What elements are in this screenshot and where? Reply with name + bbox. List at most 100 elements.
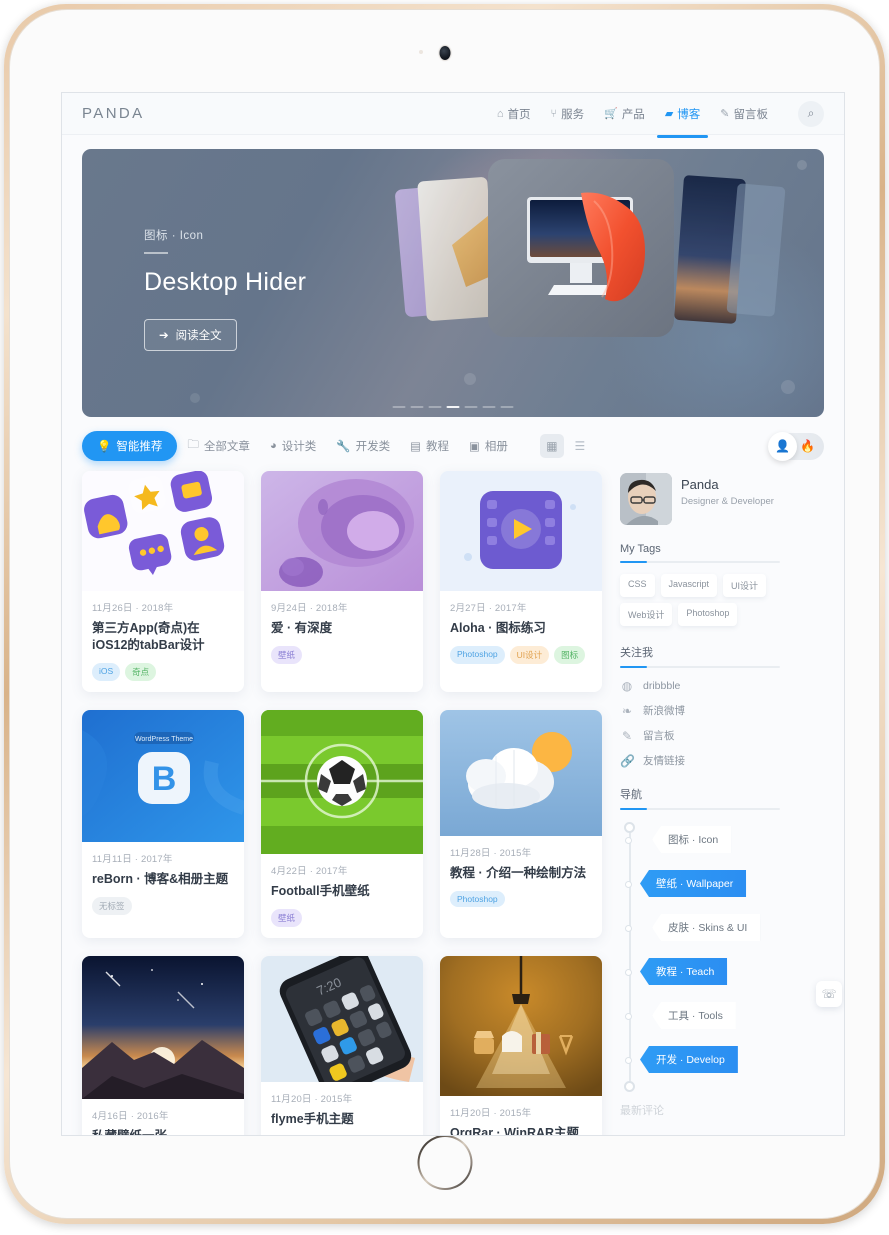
article-card-body: 11月20日 · 2015年 flyme手机主题 Photoshop UI设计: [261, 1082, 423, 1135]
carousel-dot[interactable]: [500, 405, 514, 408]
list-view-icon[interactable]: ☰: [568, 434, 592, 458]
avatar[interactable]: [620, 473, 672, 525]
article-tag[interactable]: Photoshop: [450, 890, 505, 907]
nav-pill-tools[interactable]: 工具 · Tools: [652, 1002, 736, 1029]
article-title[interactable]: Aloha · 图标练习: [450, 620, 592, 637]
filter-chip-recommend[interactable]: 💡 智能推荐: [82, 431, 178, 461]
site-header: PANDA ⌂ 首页 ⑂ 服务 🛒 产品 ▰ 博客 ✎ 留言板 ⌕: [62, 93, 844, 138]
book-icon: ▤: [410, 441, 421, 453]
follow-item-guestbook[interactable]: ✎ 留言板: [620, 728, 780, 743]
filter-chip-design[interactable]: ◕ 设计类: [260, 432, 326, 460]
my-tag[interactable]: Web设计: [620, 603, 673, 626]
article-date: 11月20日 · 2015年: [271, 1093, 353, 1105]
nav-label: 首页: [507, 108, 531, 121]
article-title[interactable]: OrgRar · WinRAR主题: [450, 1125, 592, 1135]
hero-carousel[interactable]: 图标 · Icon Desktop Hider ➔ 阅读全文: [82, 149, 824, 417]
sort-toggle[interactable]: 🔥 👤: [768, 431, 824, 461]
hero-category: 图标 · Icon: [144, 230, 204, 242]
follow-item-dribbble[interactable]: ◍ dribbble: [620, 679, 780, 693]
my-tag[interactable]: UI设计: [723, 574, 767, 597]
article-date: 11月11日 · 2017年: [92, 853, 173, 865]
search-icon[interactable]: ⌕: [798, 100, 824, 127]
nav-item-services[interactable]: ⑂ 服务: [549, 102, 587, 126]
article-title[interactable]: 教程 · 介绍一种绘制方法: [450, 865, 592, 882]
article-card[interactable]: 2月27日 · 2017年 Aloha · 图标练习 Photoshop UI设…: [440, 471, 602, 692]
timeline-dot: [625, 1013, 632, 1020]
article-card[interactable]: WordPress Theme B 11月11日 · 2017年 reBorn …: [82, 709, 244, 938]
article-card[interactable]: 11月26日 · 2018年 第三方App(奇点)在iOS12的tabBar设计…: [82, 471, 244, 692]
grid-view-icon[interactable]: ▦: [539, 434, 564, 458]
article-thumbnail: [440, 471, 602, 591]
article-tag[interactable]: 奇点: [125, 662, 157, 681]
nav-item-home[interactable]: ⌂ 首页: [495, 102, 533, 126]
chip-label: 智能推荐: [116, 441, 163, 453]
article-tag[interactable]: 无标签: [92, 896, 132, 915]
home-button[interactable]: [417, 1135, 472, 1190]
article-title[interactable]: reBorn · 博客&相册主题: [92, 871, 234, 888]
article-title[interactable]: Football手机壁纸: [271, 883, 413, 900]
filter-chip-all-articles[interactable]: 🗀 全部文章: [177, 431, 260, 462]
site-logo[interactable]: PANDA: [82, 105, 145, 122]
article-date: 4月22日 · 2017年: [271, 865, 348, 877]
follow-item-weibo[interactable]: ❧ 新浪微博: [620, 703, 780, 718]
cart-icon: 🛒: [604, 108, 618, 120]
article-card[interactable]: 4月16日 · 2016年 私藏壁纸一张: [82, 955, 244, 1135]
main-navigation: ⌂ 首页 ⑂ 服务 🛒 产品 ▰ 博客 ✎ 留言板 ⌕: [495, 100, 824, 138]
section-heading-latest-comments: 最新评论: [620, 1105, 664, 1117]
carousel-dot[interactable]: [482, 405, 496, 408]
article-card[interactable]: 9月24日 · 2018年 爱 · 有深度 壁纸: [261, 471, 423, 692]
carousel-dot-active[interactable]: [446, 405, 460, 408]
nav-pill-develop[interactable]: 开发 · Develop: [640, 1046, 738, 1073]
article-thumbnail: [261, 709, 423, 854]
bulb-icon: 💡: [97, 441, 112, 453]
follow-item-links[interactable]: 🔗 友情链接: [620, 753, 780, 768]
article-title[interactable]: 第三方App(奇点)在iOS12的tabBar设计: [92, 620, 234, 654]
article-tag[interactable]: UI设计: [509, 645, 550, 664]
filter-chip-tutorial[interactable]: ▤ 教程: [400, 432, 459, 460]
follow-label: 新浪微博: [643, 705, 685, 717]
wordpress-theme-illustration: WordPress Theme B: [82, 709, 244, 842]
nav-pill-teach[interactable]: 教程 · Teach: [640, 958, 728, 985]
hero-read-more-button[interactable]: ➔ 阅读全文: [144, 318, 237, 351]
filter-chip-album[interactable]: ▣ 相册: [459, 432, 518, 460]
article-card[interactable]: 7:20 11月20日 · 2015年 flyme手机主题 Photoshop …: [261, 955, 423, 1135]
my-tag[interactable]: Photoshop: [678, 603, 738, 626]
dribbble-icon: ◍: [621, 679, 633, 693]
article-title[interactable]: 私藏壁纸一张: [92, 1128, 234, 1135]
article-thumbnail: [440, 955, 602, 1096]
article-tag[interactable]: Photoshop: [450, 645, 505, 664]
nav-item-products[interactable]: 🛒 产品: [602, 102, 647, 126]
article-card[interactable]: 4月22日 · 2017年 Football手机壁纸 壁纸: [261, 709, 423, 938]
my-tag[interactable]: CSS: [620, 574, 655, 597]
my-tag[interactable]: Javascript: [660, 574, 718, 597]
nav-item-blog[interactable]: ▰ 博客: [656, 102, 709, 138]
nav-item-guestbook[interactable]: ✎ 留言板: [718, 102, 770, 126]
article-tag[interactable]: 壁纸: [271, 908, 303, 927]
sidebar: Panda Designer & Developer My Tags CSS J…: [620, 471, 842, 1135]
article-thumbnail: 7:20: [261, 955, 423, 1082]
article-card[interactable]: 11月28日 · 2015年 教程 · 介绍一种绘制方法 Photoshop: [440, 709, 602, 938]
article-title[interactable]: flyme手机主题: [271, 1111, 413, 1128]
nav-pill-skins[interactable]: 皮肤 · Skins & UI: [652, 914, 761, 941]
pen-icon: ✎: [621, 728, 633, 743]
article-date: 2月27日 · 2017年: [450, 603, 527, 614]
filter-chip-development[interactable]: 🔧 开发类: [326, 432, 400, 460]
timeline-dot: [625, 837, 632, 844]
article-card-body: 11月28日 · 2015年 教程 · 介绍一种绘制方法 Photoshop: [440, 836, 602, 918]
article-tag[interactable]: 图标: [554, 645, 586, 664]
article-title[interactable]: 爱 · 有深度: [271, 620, 413, 637]
pen-icon: ✎: [720, 108, 730, 120]
carousel-dot[interactable]: [410, 405, 424, 408]
nav-pill-icon[interactable]: 图标 · Icon: [652, 826, 732, 853]
timeline-cap-bottom: [624, 1081, 635, 1092]
chip-label: 设计类: [281, 441, 317, 453]
carousel-dot[interactable]: [428, 405, 442, 408]
carousel-dot[interactable]: [464, 405, 478, 408]
article-tags: 无标签: [92, 896, 234, 915]
nav-pill-wallpaper[interactable]: 壁纸 · Wallpaper: [640, 870, 747, 897]
headset-icon[interactable]: ☏: [816, 981, 842, 1007]
article-card[interactable]: 11月20日 · 2015年 OrgRar · WinRAR主题: [440, 955, 602, 1135]
article-tag[interactable]: 壁纸: [271, 645, 303, 664]
carousel-dot[interactable]: [392, 405, 406, 408]
article-tag[interactable]: iOS: [92, 662, 121, 681]
